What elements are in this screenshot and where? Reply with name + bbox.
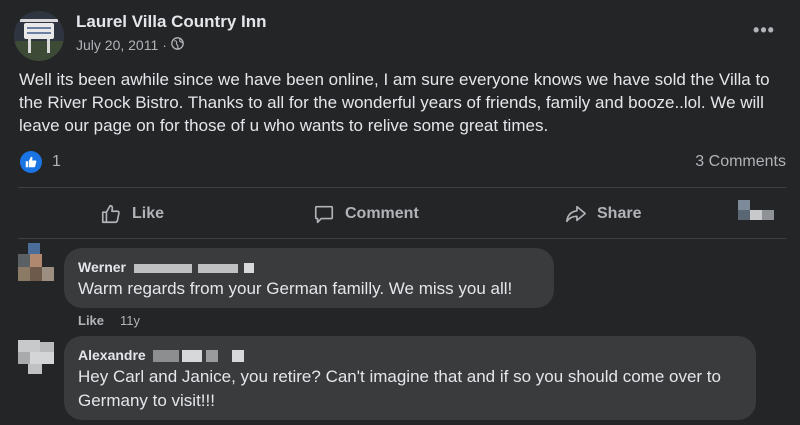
reaction-count[interactable]: 1 [52,153,61,171]
comment-bubble-icon [313,203,335,225]
redacted-name [243,263,254,274]
page-avatar[interactable] [14,11,64,61]
comment-bubble: Werner Warm regards from your German fam… [64,248,554,308]
post-body-text: Well its been awhile since we have been … [19,70,770,135]
share-button[interactable]: Share [565,199,641,229]
redacted-name [133,263,192,273]
comment-author-row: Alexandre [78,347,245,363]
redacted-name [152,350,179,363]
page-name-link[interactable]: Laurel Villa Country Inn [76,12,267,32]
redacted-name [206,350,219,363]
commenter-avatar[interactable] [18,340,58,380]
comment-author-name[interactable]: Alexandre [78,347,146,363]
like-button[interactable]: Like [100,199,164,229]
comment-like-button[interactable]: Like [78,313,104,328]
redacted-name [182,350,203,363]
globe-icon [171,37,184,53]
comment-author-name[interactable]: Werner [78,259,126,275]
comment-text: Warm regards from your German familly. W… [78,279,513,298]
comment-bubble: Alexandre Hey Carl and Janice, you retir… [64,336,756,420]
like-label: Like [132,205,165,222]
divider [18,238,786,239]
post-date[interactable]: July 20, 2011 [76,37,158,53]
commenter-avatar[interactable] [18,243,58,283]
inn-sign-image [14,11,64,61]
comment-timestamp[interactable]: 11y [120,313,140,328]
thumbs-up-icon [100,203,122,225]
viewer-avatar-selector[interactable] [738,200,774,222]
share-label: Share [597,205,642,222]
comment-label: Comment [345,205,419,222]
divider [18,187,786,188]
comment-text: Hey Carl and Janice, you retire? Can't i… [78,367,721,410]
more-options-button[interactable]: ••• [752,20,776,40]
meta-separator: · [162,37,167,53]
comments-count-link[interactable]: 3 Comments [695,153,786,171]
comment-author-row: Werner [78,259,254,275]
share-arrow-icon [565,203,587,225]
like-reaction-icon[interactable] [20,151,42,173]
post-meta: July 20, 2011 · [76,37,184,53]
redacted-name [232,350,245,363]
comment-meta: Like 11y [78,313,140,328]
comment-button[interactable]: Comment [313,199,419,229]
redacted-name [197,263,238,273]
